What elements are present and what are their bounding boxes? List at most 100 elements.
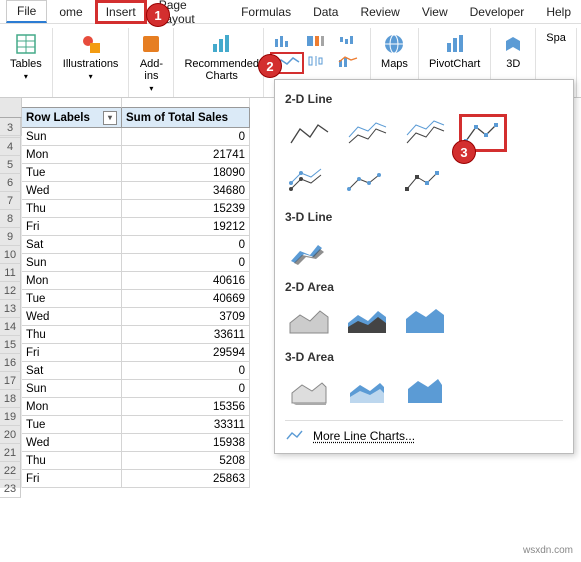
tables-button[interactable]: Tables ▾ <box>8 30 44 83</box>
cell-label[interactable]: Thu <box>22 200 122 218</box>
cell-value[interactable]: 0 <box>122 362 250 380</box>
stat-chart-button[interactable] <box>302 52 332 70</box>
line-chart-type-7[interactable] <box>401 160 449 198</box>
recommended-charts-button[interactable]: Recommended Charts <box>182 30 261 84</box>
row-header[interactable]: 18 <box>0 390 21 408</box>
cell-label[interactable]: Mon <box>22 272 122 290</box>
cell-value[interactable]: 40616 <box>122 272 250 290</box>
cell-value[interactable]: 0 <box>122 128 250 146</box>
cell-label[interactable]: Thu <box>22 452 122 470</box>
row-header[interactable]: 4 <box>0 138 21 156</box>
cell-label[interactable]: Mon <box>22 398 122 416</box>
tab-review[interactable]: Review <box>350 2 409 22</box>
row-header[interactable]: 17 <box>0 372 21 390</box>
cell-label[interactable]: Wed <box>22 308 122 326</box>
cell-value[interactable]: 0 <box>122 254 250 272</box>
row-labels-header[interactable]: Row Labels ▾ <box>22 108 122 127</box>
row-header[interactable]: 6 <box>0 174 21 192</box>
cell-value[interactable]: 33311 <box>122 416 250 434</box>
cell-label[interactable]: Tue <box>22 164 122 182</box>
row-header[interactable]: 14 <box>0 318 21 336</box>
cell-label[interactable]: Sun <box>22 254 122 272</box>
row-header[interactable]: 12 <box>0 282 21 300</box>
more-line-charts[interactable]: More Line Charts... <box>285 420 563 443</box>
cell-value[interactable]: 33611 <box>122 326 250 344</box>
section-3d-line: 3-D Line <box>285 210 563 224</box>
3d-map-button[interactable]: 3D <box>499 30 527 72</box>
tab-view[interactable]: View <box>412 2 458 22</box>
area-chart-type-1[interactable] <box>285 302 333 340</box>
area-chart-type-2[interactable] <box>343 302 391 340</box>
cell-label[interactable]: Sat <box>22 362 122 380</box>
row-header[interactable]: 10 <box>0 246 21 264</box>
row-header[interactable]: 8 <box>0 210 21 228</box>
cell-label[interactable]: Sun <box>22 128 122 146</box>
sparklines-button[interactable]: Spa <box>544 30 568 46</box>
row-header[interactable]: 13 <box>0 300 21 318</box>
cell-label[interactable]: Sat <box>22 236 122 254</box>
row-header[interactable]: 16 <box>0 354 21 372</box>
3d-area-type-3[interactable] <box>401 372 449 410</box>
cell-value[interactable]: 40669 <box>122 290 250 308</box>
row-header[interactable]: 9 <box>0 228 21 246</box>
row-header[interactable]: 23 <box>0 480 21 498</box>
area-chart-type-3[interactable] <box>401 302 449 340</box>
column-chart-button[interactable] <box>270 32 300 50</box>
cell-value[interactable]: 3709 <box>122 308 250 326</box>
line-chart-type-2[interactable] <box>343 114 391 152</box>
cell-value[interactable]: 0 <box>122 380 250 398</box>
cell-label[interactable]: Sun <box>22 380 122 398</box>
cell-label[interactable]: Thu <box>22 326 122 344</box>
tab-home[interactable]: ome <box>49 2 92 22</box>
cell-value[interactable]: 29594 <box>122 344 250 362</box>
cell-label[interactable]: Fri <box>22 218 122 236</box>
filter-dropdown-icon[interactable]: ▾ <box>103 111 117 125</box>
tab-file[interactable]: File <box>6 0 47 23</box>
cell-value[interactable]: 15356 <box>122 398 250 416</box>
line-chart-type-1[interactable] <box>285 114 333 152</box>
row-header[interactable]: 22 <box>0 462 21 480</box>
cell-label[interactable]: Mon <box>22 146 122 164</box>
row-header[interactable]: 5 <box>0 156 21 174</box>
row-header[interactable]: 11 <box>0 264 21 282</box>
tab-developer[interactable]: Developer <box>460 2 535 22</box>
illustrations-button[interactable]: Illustrations ▾ <box>61 30 121 83</box>
pivotchart-button[interactable]: PivotChart <box>427 30 482 72</box>
cell-value[interactable]: 5208 <box>122 452 250 470</box>
cell-value[interactable]: 19212 <box>122 218 250 236</box>
waterfall-chart-button[interactable] <box>334 32 364 50</box>
combo-chart-button[interactable] <box>334 52 364 70</box>
cell-value[interactable]: 15938 <box>122 434 250 452</box>
row-header[interactable]: 3 <box>0 118 21 138</box>
cell-label[interactable]: Fri <box>22 344 122 362</box>
tab-data[interactable]: Data <box>303 2 348 22</box>
row-header[interactable]: 7 <box>0 192 21 210</box>
cell-label[interactable]: Wed <box>22 434 122 452</box>
tab-formulas[interactable]: Formulas <box>231 2 301 22</box>
row-header[interactable]: 20 <box>0 426 21 444</box>
cell-value[interactable]: 34680 <box>122 182 250 200</box>
hierarchy-chart-button[interactable] <box>302 32 332 50</box>
cell-label[interactable]: Fri <box>22 470 122 488</box>
cell-value[interactable]: 25863 <box>122 470 250 488</box>
line-chart-type-5[interactable] <box>285 162 333 200</box>
cell-value[interactable]: 0 <box>122 236 250 254</box>
cell-value[interactable]: 21741 <box>122 146 250 164</box>
3d-area-type-1[interactable] <box>285 372 333 410</box>
tab-insert[interactable]: Insert <box>95 0 147 24</box>
cell-label[interactable]: Wed <box>22 182 122 200</box>
addins-button[interactable]: Add- ins ▾ <box>137 30 165 95</box>
row-header[interactable]: 19 <box>0 408 21 426</box>
line-chart-type-6[interactable] <box>343 162 391 200</box>
tab-help[interactable]: Help <box>536 2 581 22</box>
cell-value[interactable]: 18090 <box>122 164 250 182</box>
cell-label[interactable]: Tue <box>22 290 122 308</box>
row-header[interactable]: 21 <box>0 444 21 462</box>
maps-button[interactable]: Maps <box>379 30 410 72</box>
3d-line-type[interactable] <box>285 232 333 270</box>
3d-area-type-2[interactable] <box>343 372 391 410</box>
cell-value[interactable]: 15239 <box>122 200 250 218</box>
cell-label[interactable]: Tue <box>22 416 122 434</box>
row-header[interactable]: 15 <box>0 336 21 354</box>
line-chart-type-3[interactable] <box>401 114 449 152</box>
